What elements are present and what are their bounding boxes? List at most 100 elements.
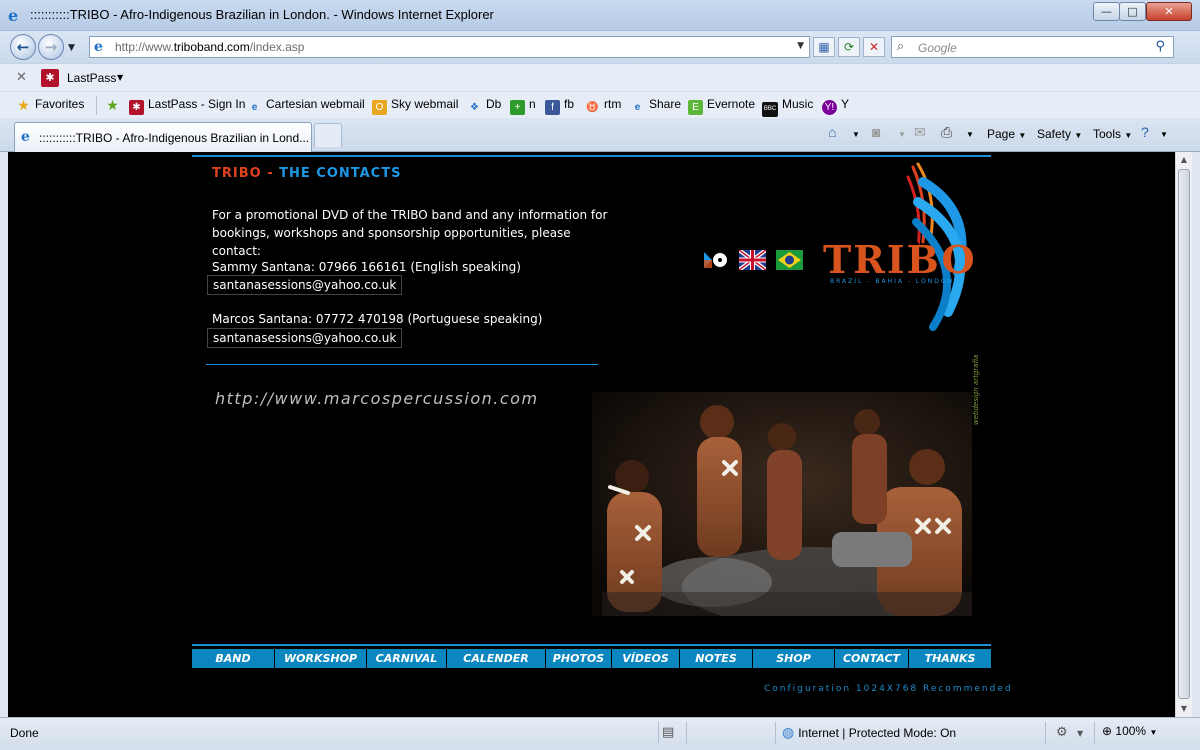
help-dropdown-icon[interactable]: ▼	[1160, 130, 1168, 139]
title-bar: e :::::::::::TRIBO - Afro-Indigenous Bra…	[0, 0, 1200, 31]
address-url[interactable]: http://www.triboband.com/index.asp	[115, 40, 304, 54]
search-box[interactable]: ⌕ Google ⚲	[891, 36, 1174, 58]
facebook-icon: f	[545, 100, 560, 115]
page-report-icon[interactable]: ▤	[662, 725, 674, 740]
tab-tribo[interactable]: e :::::::::::TRIBO - Afro-Indigenous Bra…	[14, 122, 312, 152]
favorite-lastpass[interactable]: ✱ LastPass - Sign In	[129, 97, 245, 115]
nav-workshop[interactable]: WORKSHOP	[275, 649, 367, 668]
nav-videos[interactable]: VÍDEOS	[612, 649, 680, 668]
popup-settings-icon[interactable]: ⚙	[1056, 725, 1068, 740]
home-dropdown-icon[interactable]: ▼	[852, 130, 860, 139]
ie-logo-icon: e	[8, 6, 19, 25]
intro-text: For a promotional DVD of the TRIBO band …	[212, 208, 608, 258]
window-frame-left	[0, 152, 8, 717]
tools-menu[interactable]: Tools ▼	[1093, 127, 1132, 141]
brazil-flag-icon[interactable]	[776, 250, 803, 270]
add-favorite-button[interactable]: ★	[105, 97, 124, 113]
safety-menu[interactable]: Safety ▼	[1037, 127, 1082, 141]
home-icon[interactable]: ⌂	[828, 124, 836, 140]
close-toolbar-icon[interactable]: ✕	[16, 70, 27, 85]
stop-button[interactable]: ✕	[863, 37, 885, 57]
favorite-n[interactable]: + n	[510, 97, 536, 115]
tab-bar: e :::::::::::TRIBO - Afro-Indigenous Bra…	[0, 118, 1200, 152]
nav-carnival[interactable]: CARNIVAL	[367, 649, 447, 668]
favorite-db[interactable]: ❖ Db	[467, 97, 501, 115]
page-viewport: TRIBO - THE CONTACTS For a promotional D…	[8, 152, 1175, 717]
credit-text: webdesign artgrafia	[972, 355, 980, 425]
address-bar[interactable]: e http://www.triboband.com/index.asp ▼	[89, 36, 810, 58]
heading-contacts: THE CONTACTS	[279, 166, 402, 181]
dvd-icon[interactable]	[702, 250, 728, 270]
favorite-yahoo[interactable]: Y! Y	[822, 97, 849, 115]
nav-band[interactable]: BAND	[192, 649, 275, 668]
uk-flag-icon[interactable]	[739, 250, 766, 270]
favorite-evernote[interactable]: E Evernote	[688, 97, 755, 115]
zoom-level[interactable]: ⊕ 100% ▼	[1102, 724, 1157, 738]
page-menu[interactable]: Page ▼	[987, 127, 1026, 141]
lastpass-menu[interactable]: LastPass	[67, 71, 116, 85]
maximize-button[interactable]: □	[1119, 2, 1146, 21]
popup-dropdown-icon[interactable]: ▼	[1077, 729, 1083, 738]
print-dropdown-icon[interactable]: ▼	[966, 130, 974, 139]
scroll-up-icon[interactable]: ▲	[1176, 152, 1192, 168]
website-link[interactable]: http://www.marcospercussion.com	[215, 389, 539, 408]
favorite-cartesian[interactable]: e Cartesian webmail	[247, 97, 365, 115]
new-tab-button[interactable]	[314, 123, 342, 147]
nav-thanks[interactable]: THANKS	[909, 649, 991, 668]
favorites-separator	[96, 96, 97, 115]
site-navigation: BAND WORKSHOP CARNIVAL CALENDER PHOTOS V…	[192, 649, 991, 668]
scroll-thumb[interactable]	[1178, 169, 1190, 699]
nav-contact[interactable]: CONTACT	[835, 649, 909, 668]
ie-page-icon: e	[251, 102, 258, 113]
print-icon[interactable]: ⎙	[941, 124, 952, 141]
navigation-bar: ← → ▼ e http://www.triboband.com/index.a…	[0, 31, 1200, 63]
favorite-fb[interactable]: f fb	[545, 97, 574, 115]
status-separator	[1045, 722, 1046, 744]
nav-shop[interactable]: SHOP	[753, 649, 835, 668]
lastpass-icon[interactable]: ✱	[41, 69, 59, 87]
ie-page-icon: e	[21, 129, 30, 145]
forward-button[interactable]: →	[38, 34, 64, 60]
address-dropdown-icon[interactable]: ▼	[797, 41, 804, 51]
refresh-button[interactable]: ⟳	[838, 37, 860, 57]
status-separator	[658, 722, 659, 744]
zoom-icon: ⊕	[1102, 724, 1116, 738]
close-button[interactable]: ✕	[1146, 2, 1192, 21]
email-link-sammy[interactable]: santanasessions@yahoo.co.uk	[207, 275, 403, 295]
scroll-down-icon[interactable]: ▼	[1176, 701, 1192, 717]
minimize-button[interactable]: —	[1093, 2, 1120, 21]
security-zone[interactable]: ◍ Internet | Protected Mode: On	[782, 724, 956, 741]
recent-pages-dropdown-icon[interactable]: ▼	[68, 43, 75, 53]
search-icon[interactable]: ⚲	[1155, 39, 1165, 54]
compatibility-view-button[interactable]: ▦	[813, 37, 835, 57]
vertical-scrollbar[interactable]: ▲ ▼	[1175, 152, 1192, 717]
nav-calender[interactable]: CALENDER	[447, 649, 546, 668]
tab-label: :::::::::::TRIBO - Afro-Indigenous Brazi…	[39, 131, 309, 145]
search-placeholder: Google	[918, 41, 957, 55]
window-title: :::::::::::TRIBO - Afro-Indigenous Brazi…	[30, 7, 494, 22]
nav-photos[interactable]: PHOTOS	[546, 649, 612, 668]
mail-icon[interactable]: ✉	[914, 124, 926, 141]
feeds-dropdown-icon[interactable]: ▼	[898, 130, 906, 139]
page-icon: e	[94, 39, 103, 55]
globe-icon: ◍	[782, 724, 795, 740]
nav-notes[interactable]: NOTES	[680, 649, 753, 668]
status-separator	[1094, 722, 1095, 744]
outlook-icon: O	[372, 100, 387, 115]
lastpass-dropdown-icon[interactable]: ▼	[117, 73, 123, 82]
favorite-music[interactable]: BBC Music	[762, 97, 813, 117]
favorite-sky-webmail[interactable]: O Sky webmail	[372, 97, 458, 115]
feeds-icon[interactable]: ◙	[872, 124, 880, 140]
email-link-marcos[interactable]: santanasessions@yahoo.co.uk	[207, 328, 403, 348]
top-rule	[192, 155, 991, 157]
back-button[interactable]: ←	[10, 34, 36, 60]
favorites-button[interactable]: ★ Favorites	[16, 97, 84, 113]
status-text: Done	[10, 726, 39, 740]
logo-subtitle: BRAZIL - BAHIA - LONDON	[830, 278, 955, 285]
heading-tribo: TRIBO -	[212, 166, 280, 181]
favorite-rtm[interactable]: ♉ rtm	[585, 97, 621, 115]
lastpass-icon: ✱	[129, 100, 144, 115]
favorite-share[interactable]: e Share	[630, 97, 681, 115]
cow-icon: ♉	[586, 102, 599, 113]
help-icon[interactable]: ?	[1141, 124, 1149, 140]
